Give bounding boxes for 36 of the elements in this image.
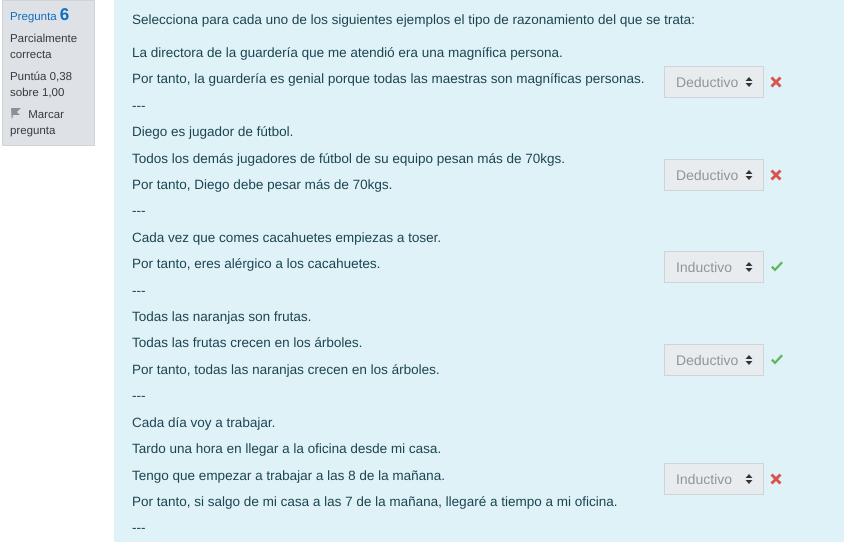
flag-icon (10, 107, 22, 119)
example-statement: La directora de la guardería que me atendió era una magnífica persona. (132, 44, 564, 62)
question-number: 6 (60, 7, 70, 23)
separator-text: --- (132, 387, 146, 406)
answer-select[interactable]: Deductivo (664, 66, 764, 98)
example-statement: Todas las naranjas son frutas. (132, 308, 312, 326)
example-statement: Cada día voy a trabajar. (132, 414, 276, 432)
example-statement: Por tanto, eres alérgico a los cacahuetes. (132, 255, 382, 274)
example-statement: Tengo que empezar a trabajar a las 8 de la mañana. (132, 466, 446, 485)
separator-text: --- (132, 202, 146, 220)
sort-caret-icon (745, 76, 753, 88)
example-statement: Diego es jugador de fútbol. (132, 123, 294, 142)
flag-question-link[interactable]: Marcar pregunta (10, 107, 88, 139)
example-statement: Por tanto, todas las naranjas crecen en los árboles. (132, 360, 441, 379)
separator-text: --- (132, 282, 146, 300)
answer-select[interactable]: Deductivo (664, 158, 764, 191)
sort-caret-icon (745, 354, 753, 366)
example-statement: Por tanto, la guardería es genial porque todas las maestras son magníficas personas. (132, 70, 646, 88)
question-label: Pregunta (10, 10, 57, 25)
question-prompt: Selecciona para cada uno de los siguientes ejemplos el tipo de razonamiento del que se trata: (132, 11, 696, 29)
example-statement: Cada vez que comes cacahuetes empiezas a toser. (132, 228, 442, 247)
question-state: Parcialmente correcta (10, 32, 78, 63)
answer-select[interactable]: Deductivo (664, 344, 764, 376)
example-statement: Todos los demás jugadores de fútbol de su equipo pesan más de 70kgs. (132, 150, 566, 168)
separator-text: --- (132, 96, 146, 115)
sort-caret-icon (745, 472, 753, 484)
example-statement: Todas las frutas crecen en los árboles. (132, 334, 364, 352)
answer-select[interactable]: Inductivo (664, 462, 764, 494)
example-statement: Tardo una hora en llegar a la oficina desde mi casa. (132, 440, 442, 458)
separator-text: --- (132, 519, 146, 538)
answer-select[interactable]: Inductivo (664, 251, 764, 284)
example-statement: Por tanto, Diego debe pesar más de 70kgs. (132, 176, 394, 194)
example-statement: Por tanto, si salgo de mi casa a las 7 de la mañana, llegaré a tiempo a mi oficina. (132, 492, 619, 511)
sort-caret-icon (745, 168, 753, 181)
sort-caret-icon (745, 261, 753, 274)
question-grade: Puntúa 0,38 sobre 1,00 (10, 70, 74, 101)
